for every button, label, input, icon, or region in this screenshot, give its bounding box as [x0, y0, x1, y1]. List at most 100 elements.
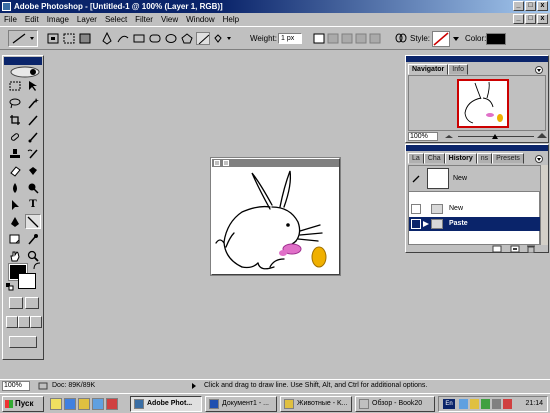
rectangle-tool-icon[interactable]: [132, 32, 146, 45]
crop-tool-icon[interactable]: [7, 112, 23, 127]
tab-info[interactable]: Info: [448, 64, 468, 75]
menu-image[interactable]: Image: [47, 15, 69, 24]
navigator-titlebar[interactable]: [406, 56, 548, 62]
slice-tool-icon[interactable]: [25, 112, 41, 127]
task-word-document[interactable]: Документ1 - ...: [205, 396, 277, 412]
add-shape-area-icon[interactable]: [312, 32, 326, 45]
ellipse-tool-icon[interactable]: [164, 32, 178, 45]
history-brush-source-icon[interactable]: [411, 174, 423, 184]
tab-actions[interactable]: ns: [476, 153, 493, 164]
new-snapshot-icon[interactable]: [510, 245, 520, 253]
tray-misc-icon[interactable]: [503, 399, 512, 409]
trash-icon[interactable]: [526, 245, 536, 253]
status-menu-arrow-icon[interactable]: [190, 382, 198, 390]
swap-colors-icon[interactable]: [33, 262, 41, 270]
navigator-zoom-input[interactable]: 100%: [408, 132, 438, 141]
style-picker[interactable]: [432, 31, 450, 47]
menu-edit[interactable]: Edit: [25, 15, 39, 24]
doc-close-icon[interactable]: [223, 160, 229, 166]
magic-wand-icon[interactable]: [25, 95, 41, 110]
adobe-online-icon[interactable]: [9, 66, 41, 78]
shape-color-swatch[interactable]: [486, 33, 506, 45]
doc-minimize-button[interactable]: _: [513, 14, 524, 24]
exclude-shape-icon[interactable]: [354, 32, 368, 45]
screen-mode-standard-icon[interactable]: [6, 316, 18, 328]
default-colors-icon[interactable]: [6, 283, 14, 291]
history-titlebar[interactable]: [406, 145, 548, 151]
document-window[interactable]: [210, 157, 341, 276]
brush-tool-icon[interactable]: [25, 129, 41, 144]
status-zoom-input[interactable]: 100%: [2, 381, 30, 391]
tab-presets[interactable]: Presets: [492, 153, 524, 164]
screen-mode-full-menu-icon[interactable]: [18, 316, 30, 328]
line-shape-icon[interactable]: [196, 32, 210, 45]
document-titlebar[interactable]: [212, 159, 339, 167]
menu-view[interactable]: View: [161, 15, 178, 24]
status-info-icon[interactable]: [38, 382, 48, 390]
line-tool-icon[interactable]: [25, 214, 41, 229]
panel-menu-arrow-icon[interactable]: [534, 66, 544, 74]
tab-navigator[interactable]: Navigator: [408, 64, 449, 75]
style-dropdown-icon[interactable]: [452, 32, 462, 45]
menu-select[interactable]: Select: [105, 15, 127, 24]
freeform-pen-icon[interactable]: [116, 32, 130, 45]
standard-mode-button[interactable]: [9, 297, 23, 309]
screen-mode-full-icon[interactable]: [30, 316, 42, 328]
minimize-button[interactable]: _: [513, 1, 524, 11]
tray-volume-icon[interactable]: [492, 399, 501, 409]
custom-shape-icon[interactable]: [212, 32, 234, 45]
weight-input[interactable]: 1 px: [278, 33, 302, 44]
doc-minimize-icon[interactable]: [214, 160, 220, 166]
navigator-preview[interactable]: [408, 75, 546, 131]
combine-shape-icon[interactable]: [368, 32, 382, 45]
history-state-arrow-icon[interactable]: [422, 220, 430, 228]
tray-antivirus-icon[interactable]: [481, 399, 490, 409]
polygon-tool-icon[interactable]: [180, 32, 194, 45]
tray-network-icon[interactable]: [459, 399, 468, 409]
fill-pixels-icon[interactable]: [78, 32, 92, 45]
show-desktop-icon[interactable]: [50, 398, 62, 410]
task-animals[interactable]: Животные - K...: [280, 396, 352, 412]
history-item-paste[interactable]: Paste: [409, 217, 541, 231]
tab-channels[interactable]: Cha: [423, 153, 445, 164]
zoom-in-icon[interactable]: [536, 131, 548, 140]
blur-tool-icon[interactable]: [7, 180, 23, 195]
tray-app-icon[interactable]: [470, 399, 479, 409]
photoshop-icon[interactable]: [2, 2, 11, 11]
doc-close-button[interactable]: x: [537, 14, 548, 24]
history-scrollbar[interactable]: [540, 165, 548, 245]
pen-tool-icon[interactable]: [100, 32, 114, 45]
jump-to-imageready-icon[interactable]: [9, 336, 37, 348]
tool-preset-picker[interactable]: [8, 30, 38, 47]
quicklaunch-app-2-icon[interactable]: [106, 398, 118, 410]
clone-stamp-icon[interactable]: [7, 146, 23, 161]
doc-restore-button[interactable]: □: [525, 14, 536, 24]
gradient-tool-icon[interactable]: [25, 163, 41, 178]
history-menu-arrow-icon[interactable]: [534, 155, 544, 163]
outlook-express-icon[interactable]: [78, 398, 90, 410]
quick-mask-button[interactable]: [25, 297, 39, 309]
maximize-button[interactable]: □: [525, 1, 536, 11]
zoom-slider-thumb[interactable]: [492, 134, 498, 139]
pen-tool-icon[interactable]: [7, 214, 23, 229]
close-button[interactable]: x: [537, 1, 548, 11]
snapshot-row[interactable]: New: [409, 166, 541, 192]
navigator-view-box[interactable]: [457, 79, 509, 128]
work-path-icon[interactable]: [62, 32, 76, 45]
menu-filter[interactable]: Filter: [135, 15, 153, 24]
healing-brush-icon[interactable]: [7, 129, 23, 144]
menu-window[interactable]: Window: [186, 15, 214, 24]
tab-history[interactable]: History: [444, 153, 477, 164]
internet-explorer-icon[interactable]: [64, 398, 76, 410]
shape-layers-icon[interactable]: [46, 32, 60, 45]
eyedropper-icon[interactable]: [25, 231, 41, 246]
zoom-out-icon[interactable]: [444, 132, 454, 140]
notes-tool-icon[interactable]: [7, 231, 23, 246]
menu-file[interactable]: File: [4, 15, 17, 24]
intersect-shape-icon[interactable]: [340, 32, 354, 45]
rounded-rectangle-icon[interactable]: [148, 32, 162, 45]
subtract-shape-icon[interactable]: [326, 32, 340, 45]
history-checkbox[interactable]: [411, 204, 421, 214]
zoom-tool-icon[interactable]: [25, 248, 41, 263]
history-checkbox[interactable]: [411, 219, 421, 229]
